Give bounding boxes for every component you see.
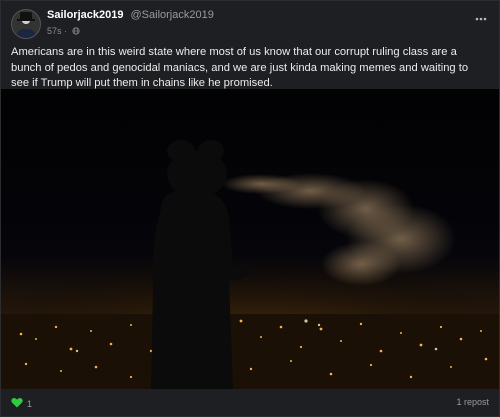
globe-icon bbox=[71, 27, 80, 37]
post-text: Americans are in this weird state where … bbox=[11, 46, 469, 89]
post-card: Sailorjack2019 @Sailorjack2019 57s · Ame… bbox=[0, 0, 500, 417]
timestamp[interactable]: 57s bbox=[47, 26, 62, 36]
display-name[interactable]: Sailorjack2019 bbox=[47, 9, 123, 21]
repost-count[interactable]: 1 repost bbox=[456, 397, 489, 407]
city-lights bbox=[1, 314, 499, 389]
avatar[interactable] bbox=[11, 9, 41, 39]
handle[interactable]: @Sailorjack2019 bbox=[131, 9, 214, 21]
post-footer: 1 1 repost bbox=[11, 393, 489, 411]
like-button[interactable]: 1 bbox=[11, 395, 32, 413]
author-line: Sailorjack2019 @Sailorjack2019 bbox=[47, 9, 214, 21]
post-meta: 57s · bbox=[47, 26, 80, 37]
post-image[interactable] bbox=[1, 89, 499, 389]
meta-separator: · bbox=[64, 26, 68, 36]
post-header: Sailorjack2019 @Sailorjack2019 57s · bbox=[11, 7, 489, 41]
like-count: 1 bbox=[27, 399, 33, 409]
more-horizontal-icon[interactable] bbox=[473, 11, 489, 27]
green-heart-icon bbox=[11, 395, 23, 413]
pepe-smoking-cityscape-image bbox=[1, 89, 499, 389]
